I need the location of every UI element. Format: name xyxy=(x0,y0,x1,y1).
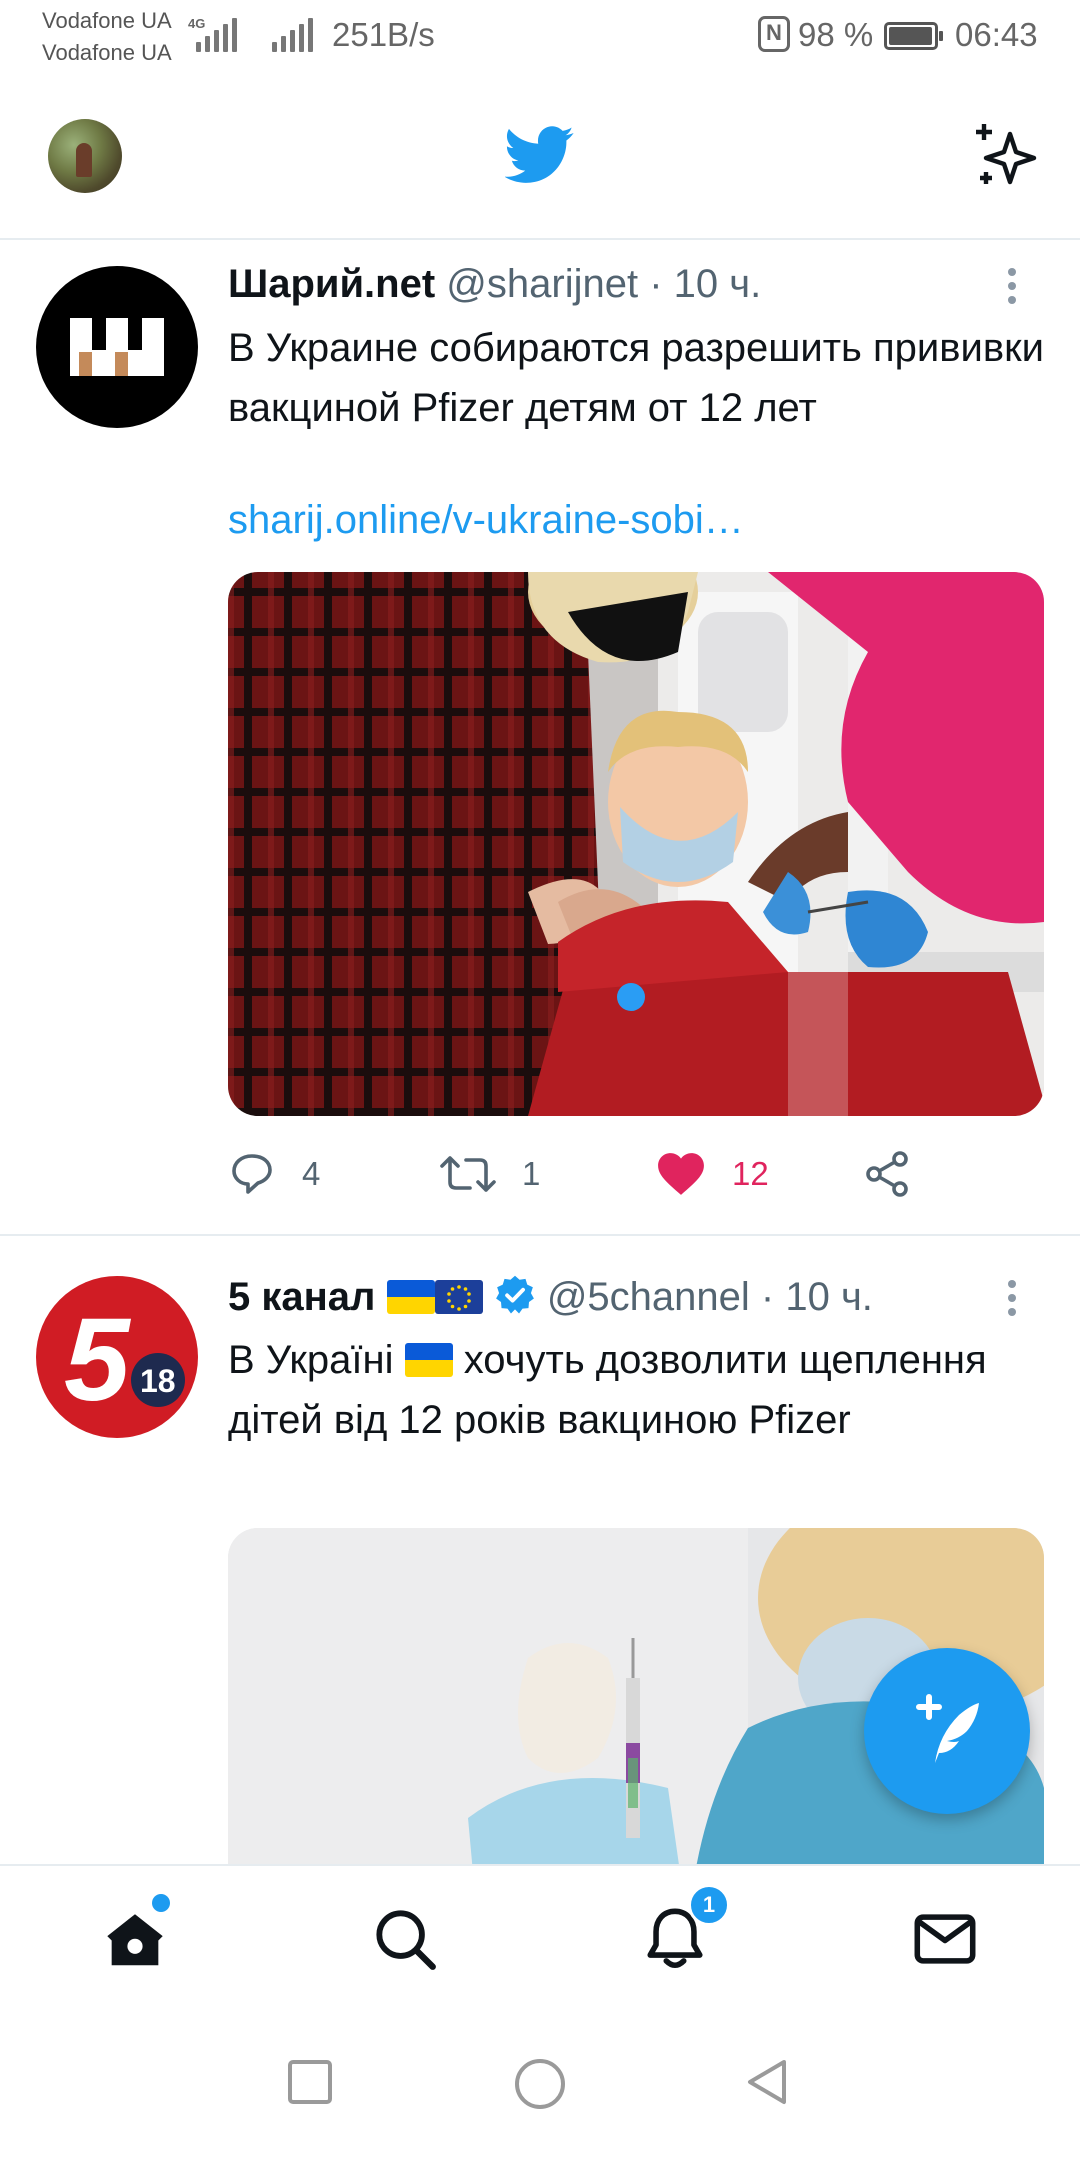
battery-percent: 98 % xyxy=(798,16,874,53)
tweet-time: · 10 ч. xyxy=(760,1275,873,1319)
like-button[interactable]: 12 xyxy=(656,1144,769,1204)
signal-strength-icon-2 xyxy=(272,16,314,52)
like-count: 12 xyxy=(732,1155,769,1192)
more-options-icon[interactable] xyxy=(1008,268,1016,310)
retweet-count: 1 xyxy=(522,1155,541,1192)
reply-icon xyxy=(232,1154,272,1194)
carrier-name-1: Vodafone UA xyxy=(42,8,172,33)
sparkle-icon[interactable] xyxy=(970,120,1042,192)
author-handle[interactable]: @sharijnet xyxy=(446,262,638,306)
retweet-icon xyxy=(440,1156,496,1192)
tweet-time: · 10 ч. xyxy=(649,262,762,306)
reply-button[interactable]: 4 xyxy=(228,1144,320,1204)
author-name[interactable]: 5 канал xyxy=(228,1275,375,1319)
ukraine-flag-icon xyxy=(386,1280,435,1314)
signal-strength-icon-1 xyxy=(192,16,244,52)
avatar-badge: 18 xyxy=(140,1363,176,1399)
notifications-badge: 1 xyxy=(688,1884,730,1926)
more-options-icon[interactable] xyxy=(1008,1280,1016,1322)
share-icon xyxy=(866,1151,908,1197)
status-bar: Vodafone UA Vodafone UA 4G 251B/s N 98 %… xyxy=(0,0,1080,72)
compose-feather-icon xyxy=(916,1694,979,1763)
bottom-tab-bar: 1 xyxy=(0,1864,1080,2004)
author-avatar[interactable]: 5 18 xyxy=(36,1276,198,1438)
sharij-logo xyxy=(70,318,164,376)
5-channel-logo: 5 18 xyxy=(64,1294,185,1426)
avatar-photo xyxy=(76,143,92,177)
tweet-card[interactable]: Шарий.net @sharijnet · 10 ч. В Украине с… xyxy=(0,240,1080,1236)
battery-icon xyxy=(884,22,943,50)
author-name[interactable]: Шарий.net xyxy=(228,262,435,306)
tweet-meta: 5 канал @5channel · 10 ч. xyxy=(228,1274,873,1320)
tweet-text: В Україні хочуть дозволити щеплення діте… xyxy=(228,1330,1058,1450)
new-tweets-dot xyxy=(152,1894,170,1912)
tweet-meta: Шарий.net @sharijnet · 10 ч. xyxy=(228,262,761,307)
author-handle[interactable]: @5channel xyxy=(547,1275,750,1319)
home-icon xyxy=(107,1914,163,1966)
tweet-link[interactable]: sharij.online/v-ukraine-sobi… xyxy=(228,498,744,543)
recent-apps-icon[interactable] xyxy=(284,2056,336,2108)
tweet-actions: 4 1 12 xyxy=(228,1144,1028,1204)
tab-messages[interactable] xyxy=(910,1904,980,1974)
author-avatar[interactable] xyxy=(36,266,198,428)
twitter-bird-icon[interactable] xyxy=(505,126,575,184)
system-navigation-bar xyxy=(0,2004,1080,2160)
tab-notifications[interactable]: 1 xyxy=(640,1884,730,1974)
eu-flag-icon xyxy=(434,1280,483,1314)
share-button[interactable] xyxy=(864,1144,938,1204)
mail-icon xyxy=(914,1914,976,1964)
clock: 06:43 xyxy=(955,16,1038,53)
search-icon xyxy=(376,1910,436,1970)
vaccination-photo xyxy=(228,572,1044,1116)
reply-count: 4 xyxy=(302,1155,321,1192)
tab-search[interactable] xyxy=(370,1904,440,1974)
ukraine-flag-icon xyxy=(404,1343,453,1377)
network-speed: 251B/s xyxy=(332,16,435,53)
back-icon[interactable] xyxy=(742,2056,794,2108)
compose-tweet-button[interactable] xyxy=(864,1648,1030,1814)
home-circle-icon[interactable] xyxy=(512,2056,568,2112)
verified-badge-icon xyxy=(495,1275,534,1314)
avatar-number: 5 xyxy=(64,1294,132,1426)
heart-filled-icon xyxy=(658,1153,704,1195)
nfc-icon: N xyxy=(758,16,790,52)
retweet-button[interactable]: 1 xyxy=(440,1144,540,1204)
tweet-text-part-1: В Україні xyxy=(228,1338,394,1382)
tweet-text: В Украине собираются разрешить прививки … xyxy=(228,326,1044,430)
profile-avatar-button[interactable] xyxy=(48,119,122,193)
tab-home[interactable] xyxy=(100,1894,170,1974)
tweet-image[interactable] xyxy=(228,572,1044,1116)
carrier-name-2: Vodafone UA xyxy=(42,40,172,65)
app-header xyxy=(0,72,1080,240)
